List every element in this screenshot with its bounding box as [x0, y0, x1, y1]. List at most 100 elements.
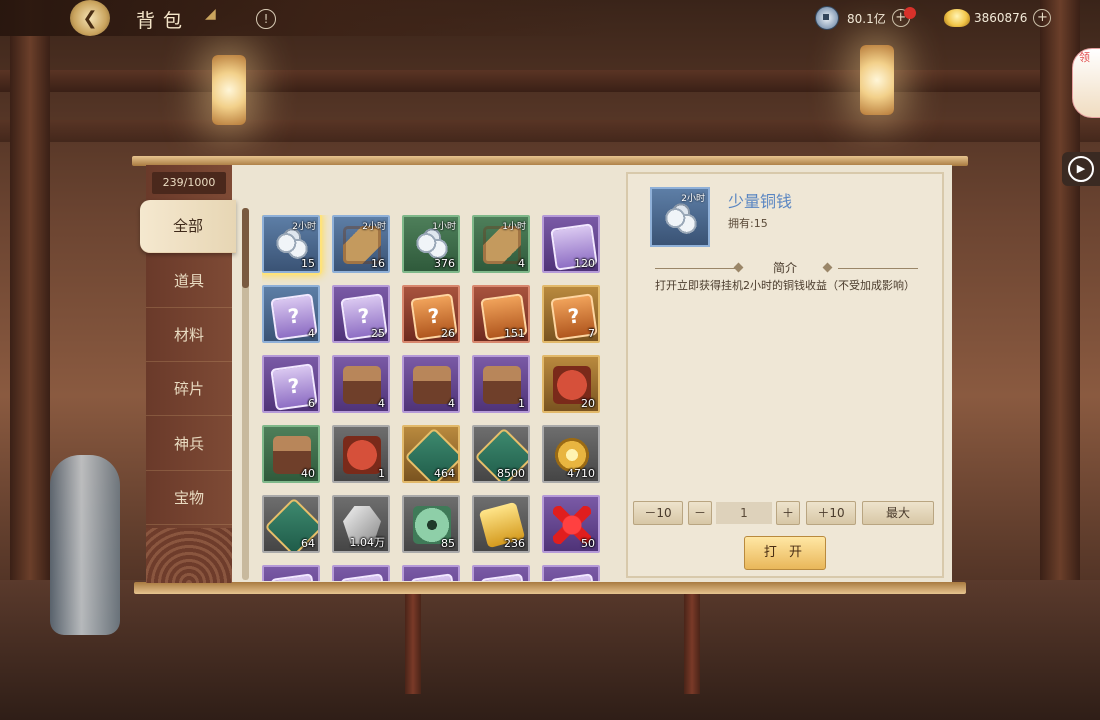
item-slot[interactable]: 26: [402, 285, 460, 343]
item-slot[interactable]: 85: [402, 495, 460, 553]
item-count: 25: [371, 327, 385, 340]
item-count: 464: [434, 467, 455, 480]
item-slot[interactable]: [332, 565, 390, 581]
item-count: 40: [301, 467, 315, 480]
item-count: 20: [581, 397, 595, 410]
max-button[interactable]: 最大: [862, 501, 934, 525]
item-count: 50: [581, 537, 595, 550]
gold-ingot-icon: [944, 9, 970, 27]
nav-tab-6[interactable]: 宝物: [146, 472, 232, 525]
item-count: 6: [308, 397, 315, 410]
item-slot[interactable]: 1小时 4: [472, 215, 530, 273]
card-icon: [480, 573, 528, 581]
nav-wave-pattern: [146, 528, 232, 583]
bg-beam: [0, 70, 1100, 92]
chest-icon: [413, 366, 451, 404]
card-icon: [340, 573, 388, 581]
nav-tab-4[interactable]: 碎片: [146, 363, 232, 416]
plus-button[interactable]: ＋: [776, 501, 800, 525]
item-count: 4: [378, 397, 385, 410]
item-slot[interactable]: 40: [262, 425, 320, 483]
notification-dot: [903, 7, 916, 19]
item-slot[interactable]: 2小时 16: [332, 215, 390, 273]
item-count: 26: [441, 327, 455, 340]
back-arrow-icon: ❮: [82, 7, 98, 29]
item-count: 15: [301, 257, 315, 270]
duration-badge: 1小时: [432, 222, 456, 232]
item-slot[interactable]: 6: [262, 355, 320, 413]
item-count: 64: [301, 537, 315, 550]
item-slot[interactable]: 20: [542, 355, 600, 413]
item-slot[interactable]: 2小时 15: [262, 215, 320, 273]
item-slot[interactable]: 1: [332, 425, 390, 483]
silver-value: 80.1亿: [847, 11, 886, 26]
item-count: 376: [434, 257, 455, 270]
item-slot[interactable]: 120: [542, 215, 600, 273]
info-button[interactable]: !: [256, 9, 276, 29]
item-count: 16: [371, 257, 385, 270]
scrollbar-thumb[interactable]: [242, 208, 249, 288]
item-count: 1: [378, 467, 385, 480]
item-count: 1: [518, 397, 525, 410]
item-slot[interactable]: 4: [262, 285, 320, 343]
detail-item-icon: 2小时: [650, 187, 710, 247]
item-count: 1.04万: [349, 536, 386, 549]
item-slot[interactable]: 50: [542, 495, 600, 553]
item-count: 151: [504, 327, 525, 340]
play-button[interactable]: ▶: [1062, 152, 1100, 186]
open-button[interactable]: 打 开: [744, 536, 826, 570]
card-icon: [550, 573, 598, 581]
item-slot[interactable]: 4710: [542, 425, 600, 483]
item-slot[interactable]: [262, 565, 320, 581]
item-slot[interactable]: [542, 565, 600, 581]
item-slot[interactable]: 236: [472, 495, 530, 553]
nav-tab-2[interactable]: 道具: [146, 255, 232, 308]
item-slot[interactable]: 8500: [472, 425, 530, 483]
item-name: 少量铜钱: [728, 192, 793, 211]
stand-leg: [684, 594, 700, 694]
item-count: 4: [448, 397, 455, 410]
item-slot[interactable]: [472, 565, 530, 581]
bg-floor: [0, 580, 1100, 720]
nav-tab-5[interactable]: 神兵: [146, 418, 232, 471]
card-icon: [410, 573, 458, 581]
owned-count: 拥有:15: [728, 217, 768, 230]
chest-icon: [343, 366, 381, 404]
side-reward-tab[interactable]: 领: [1072, 48, 1100, 118]
item-count: 85: [441, 537, 455, 550]
item-slot[interactable]: 1: [472, 355, 530, 413]
divider: [838, 268, 918, 269]
item-slot[interactable]: 464: [402, 425, 460, 483]
item-count: 4710: [567, 467, 595, 480]
item-count: 8500: [497, 467, 525, 480]
plus-10-button[interactable]: ＋10: [806, 501, 856, 525]
back-button[interactable]: ❮: [70, 0, 110, 36]
item-slot[interactable]: 7: [542, 285, 600, 343]
lantern-icon: [860, 45, 894, 115]
item-slot[interactable]: [402, 565, 460, 581]
item-count: 120: [574, 257, 595, 270]
item-slot[interactable]: 4: [402, 355, 460, 413]
nav-tab-3[interactable]: 材料: [146, 309, 232, 362]
bg-beam: [0, 120, 1100, 142]
item-count: 4: [518, 257, 525, 270]
quantity-input[interactable]: 1: [716, 502, 772, 524]
minus-10-button[interactable]: －10: [633, 501, 683, 525]
silver-coin-icon: [815, 6, 839, 30]
page-title: 背包: [136, 10, 191, 32]
item-slot[interactable]: 151: [472, 285, 530, 343]
bag-icon: [343, 436, 381, 474]
minus-button[interactable]: －: [688, 501, 712, 525]
item-slot[interactable]: 25: [332, 285, 390, 343]
gold-value: 3860876: [974, 11, 1028, 25]
vase-icon: [50, 455, 120, 635]
chest-icon: [483, 366, 521, 404]
item-slot[interactable]: 4: [332, 355, 390, 413]
scroll-frame-bottom: [134, 582, 966, 594]
item-slot[interactable]: 64: [262, 495, 320, 553]
item-slot[interactable]: 1.04万: [332, 495, 390, 553]
gold-add-button[interactable]: +: [1033, 9, 1052, 27]
item-slot[interactable]: 1小时 376: [402, 215, 460, 273]
card-icon: [270, 573, 318, 581]
nav-tab-1[interactable]: 全部: [140, 200, 236, 253]
